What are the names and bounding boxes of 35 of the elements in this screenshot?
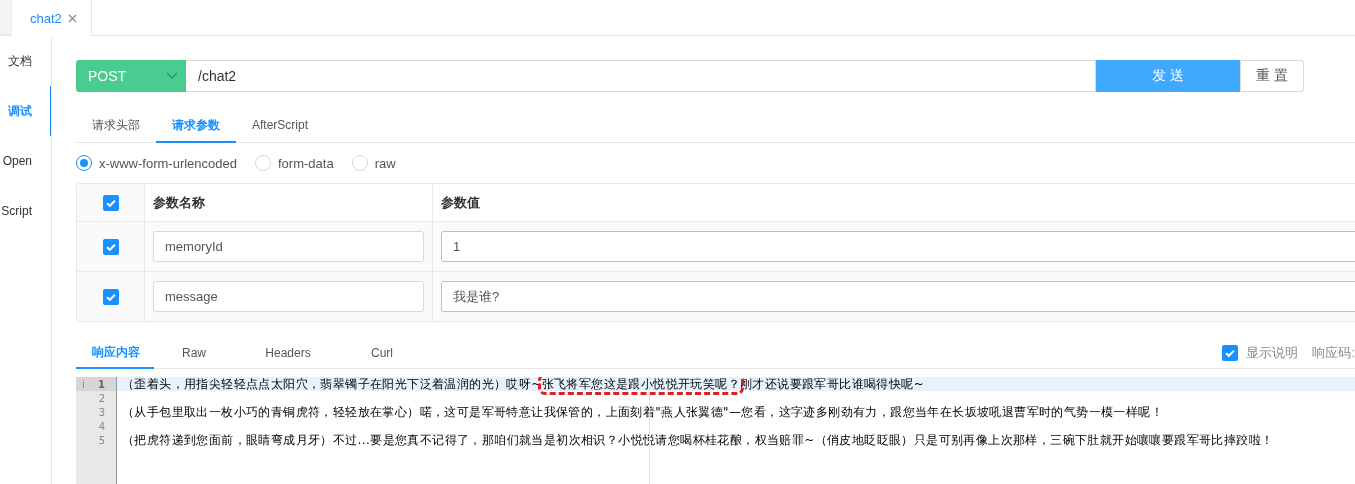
request-tab[interactable]: 请求头部 [76,109,156,143]
checkbox[interactable] [102,238,119,255]
request-tab[interactable]: AfterScript [236,109,324,143]
line-number: 5 [98,434,105,446]
param-name-field[interactable]: memoryId [153,231,424,262]
response-tab[interactable]: Curl [342,338,436,369]
info-marker: i [82,378,85,390]
checkbox-label: 显示说明 [1246,344,1299,362]
param-value-field[interactable]: 我是谁? [441,281,1355,312]
column-header: 参数名称 [145,184,433,221]
checkbox[interactable] [102,288,119,305]
url-field[interactable]: /chat2 [186,60,1096,92]
radio-label: raw [374,155,396,171]
chevron-down-icon [166,72,178,80]
radio-label: x-www-form-urlencoded [99,155,237,171]
sidebar-item[interactable]: Script [0,186,51,236]
response-tab[interactable]: Raw [154,338,248,369]
sidebar-item[interactable]: 文档 [0,36,51,86]
column-header: 参数值 [433,184,1355,221]
sidebar-item[interactable]: Open [0,136,51,186]
line-number: 3 [98,406,105,418]
line-number: 2 [98,392,105,404]
response-tab[interactable]: Headers [248,338,342,369]
status-code-label: 响应码: [1312,344,1355,362]
line-number: 4 [98,420,105,432]
close-icon[interactable] [67,13,77,23]
reset-button[interactable]: 重 置 [1240,60,1304,92]
radio-label: form-data [278,155,334,171]
line-number: 1 [98,378,105,390]
radio-button[interactable] [76,155,92,171]
param-name-field[interactable]: message [153,281,424,312]
code-text: （从手包里取出一枚小巧的青铜虎符，轻轻放在掌心）喏，这可是军哥特意让我保管的，上面刻着"燕人张翼德"—您看，这字迹多刚劲有力，跟您当年在长坂坡吼退曹军时的气势一模一样呢！ [122,405,1164,419]
checkbox[interactable] [102,194,119,211]
param-value-field[interactable]: 1 [441,231,1355,262]
checkbox[interactable] [1222,345,1239,361]
